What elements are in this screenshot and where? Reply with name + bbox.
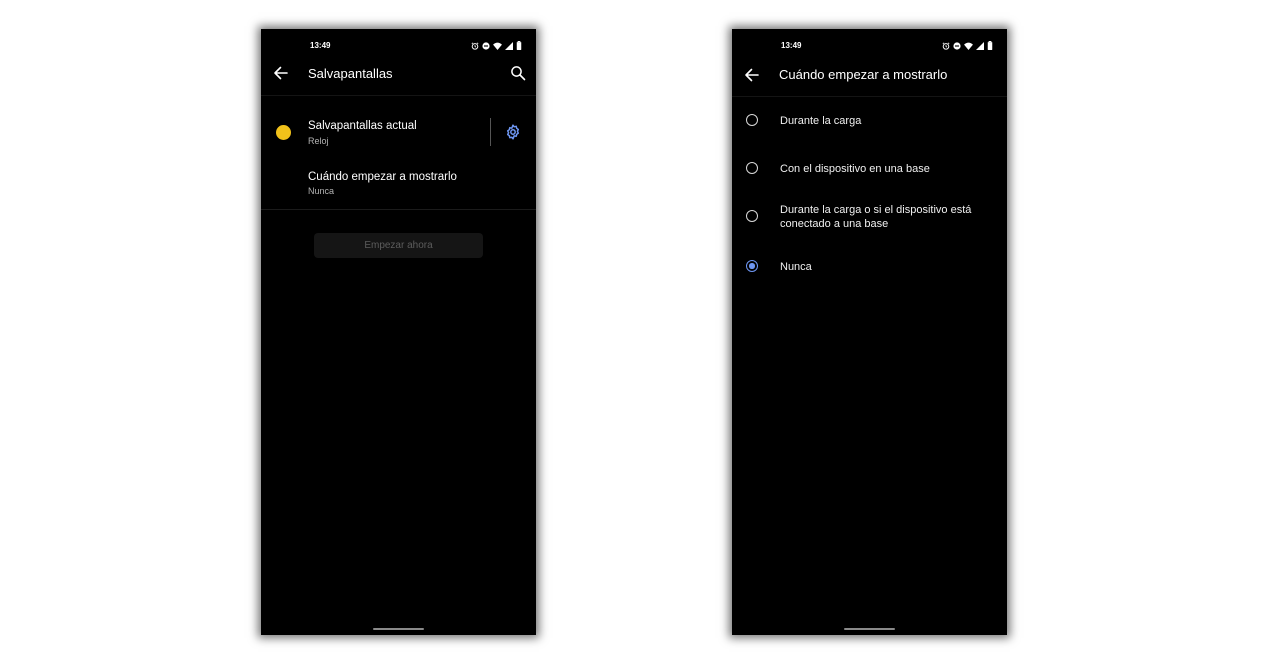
option-label: Durante la carga o si el dispositivo est… [780, 204, 972, 230]
radio-button[interactable] [746, 162, 758, 174]
section-divider [261, 209, 536, 210]
row-divider [490, 118, 491, 146]
home-indicator[interactable] [844, 628, 895, 630]
current-screensaver-value: Reloj [308, 136, 329, 146]
option-while-docked[interactable]: Con el dispositivo en una base [732, 155, 1007, 185]
radio-button-selected[interactable] [746, 260, 758, 272]
option-label: Con el dispositivo en una base [780, 163, 930, 175]
option-while-charging[interactable]: Durante la carga [732, 107, 1007, 137]
option-charging-or-docked[interactable]: Durante la carga o si el dispositivo est… [732, 201, 1007, 237]
when-to-start-row[interactable]: Cuándo empezar a mostrarlo Nunca [261, 161, 536, 209]
app-bar: Cuándo empezar a mostrarlo [732, 29, 1007, 97]
when-to-start-screen: 13:49 Cuándo empezar a mostrarlo Durante… [732, 29, 1007, 635]
when-to-start-title: Cuándo empezar a mostrarlo [308, 171, 457, 183]
home-indicator[interactable] [373, 628, 424, 630]
option-label: Durante la carga [780, 115, 862, 127]
current-screensaver-title: Salvapantallas actual [308, 120, 417, 132]
back-arrow-icon[interactable] [271, 63, 291, 83]
radio-button[interactable] [746, 114, 758, 126]
start-now-button[interactable]: Empezar ahora [314, 233, 483, 258]
gear-icon[interactable] [505, 124, 521, 140]
screensaver-icon [276, 125, 291, 140]
option-label: Nunca [780, 261, 812, 273]
screensaver-settings-screen: 13:49 Salvapantallas Salvapantallas actu… [261, 29, 536, 635]
page-title: Salvapantallas [308, 66, 393, 81]
current-screensaver-row[interactable]: Salvapantallas actual Reloj [261, 109, 536, 161]
back-arrow-icon[interactable] [742, 65, 762, 85]
page-title: Cuándo empezar a mostrarlo [779, 67, 948, 82]
app-bar: Salvapantallas [261, 29, 536, 96]
when-to-start-value: Nunca [308, 186, 335, 196]
search-icon[interactable] [510, 65, 526, 81]
option-never[interactable]: Nunca [732, 253, 1007, 283]
radio-button[interactable] [746, 210, 758, 222]
